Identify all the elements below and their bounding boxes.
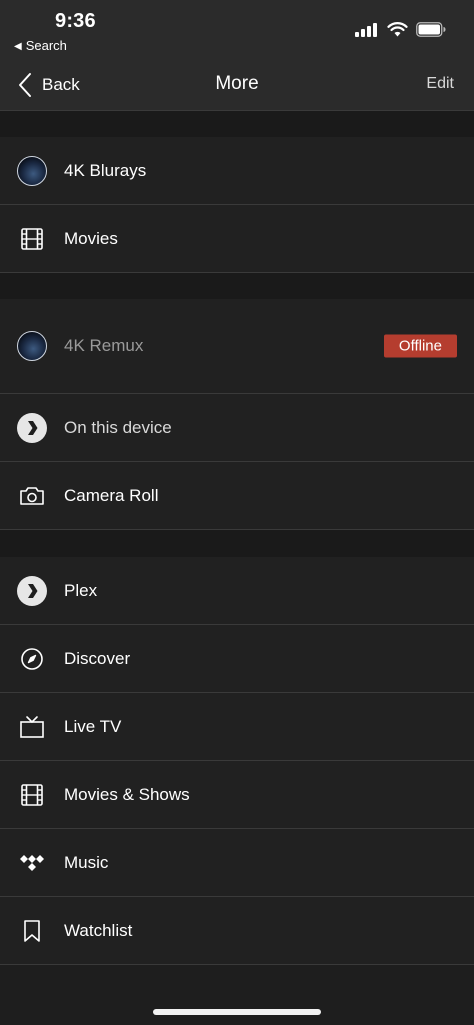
list-item-music[interactable]: Music: [0, 829, 474, 897]
list-item-label: Watchlist: [64, 920, 133, 940]
list-item-label: Live TV: [64, 716, 122, 736]
server-avatar-icon: [17, 331, 47, 361]
cellular-signal-icon: [355, 22, 377, 37]
back-triangle-icon: ◀: [14, 41, 22, 52]
back-label: Back: [42, 75, 80, 94]
plex-chevron-icon: [17, 575, 47, 606]
film-strip-icon: [21, 227, 43, 250]
back-to-app-link[interactable]: ◀ Search: [14, 38, 67, 53]
list-item-4k-blurays[interactable]: 4K Blurays: [0, 137, 474, 205]
offline-status-badge: Offline: [383, 334, 457, 358]
plex-chevron-icon: [17, 412, 47, 443]
list-item-on-this-device[interactable]: On this device: [0, 394, 474, 462]
bookmark-icon: [24, 919, 40, 942]
section-gap: [0, 530, 474, 557]
film-strip-icon: [21, 783, 43, 806]
chevron-left-icon: [19, 73, 31, 97]
section-gap: [0, 273, 474, 299]
list-item-movies-and-shows[interactable]: Movies & Shows: [0, 761, 474, 829]
system-icons: [355, 22, 446, 37]
list-item-label: Music: [64, 852, 109, 872]
list-item-label: 4K Remux: [64, 336, 144, 355]
list-item-label: Camera Roll: [64, 485, 159, 505]
tv-icon: [20, 715, 44, 738]
server-avatar-icon: [17, 155, 47, 186]
back-button[interactable]: Back: [18, 72, 80, 98]
wifi-icon: [387, 22, 408, 37]
tidal-icon: [20, 854, 44, 871]
list-item-movies[interactable]: Movies: [0, 205, 474, 273]
navigation-bar: Back More Edit: [0, 60, 474, 111]
status-time: 9:36: [55, 10, 96, 32]
list-item-label: Discover: [64, 648, 131, 668]
list-item-plex[interactable]: Plex: [0, 557, 474, 625]
list-item-label: Movies & Shows: [64, 784, 190, 804]
status-bar: 9:36 ◀ Search: [0, 0, 474, 60]
list-item-label: On this device: [64, 417, 172, 437]
list-item-label: 4K Blurays: [64, 160, 147, 180]
list-item-discover[interactable]: Discover: [0, 625, 474, 693]
back-app-label: Search: [25, 38, 67, 53]
home-indicator[interactable]: [153, 1009, 321, 1015]
list-item-4k-remux[interactable]: 4K Remux Offline: [0, 299, 474, 394]
battery-icon: [416, 22, 446, 37]
list-item-label: Movies: [64, 228, 118, 248]
edit-button[interactable]: Edit: [426, 75, 454, 93]
list-item-watchlist[interactable]: Watchlist: [0, 897, 474, 965]
list-item-label: Plex: [64, 580, 98, 600]
sources-list: 4K Blurays Movies 4K Remux Offline On th…: [0, 111, 474, 965]
section-gap: [0, 111, 474, 137]
list-item-camera-roll[interactable]: Camera Roll: [0, 462, 474, 530]
camera-icon: [20, 486, 44, 505]
list-item-live-tv[interactable]: Live TV: [0, 693, 474, 761]
compass-icon: [21, 647, 43, 670]
